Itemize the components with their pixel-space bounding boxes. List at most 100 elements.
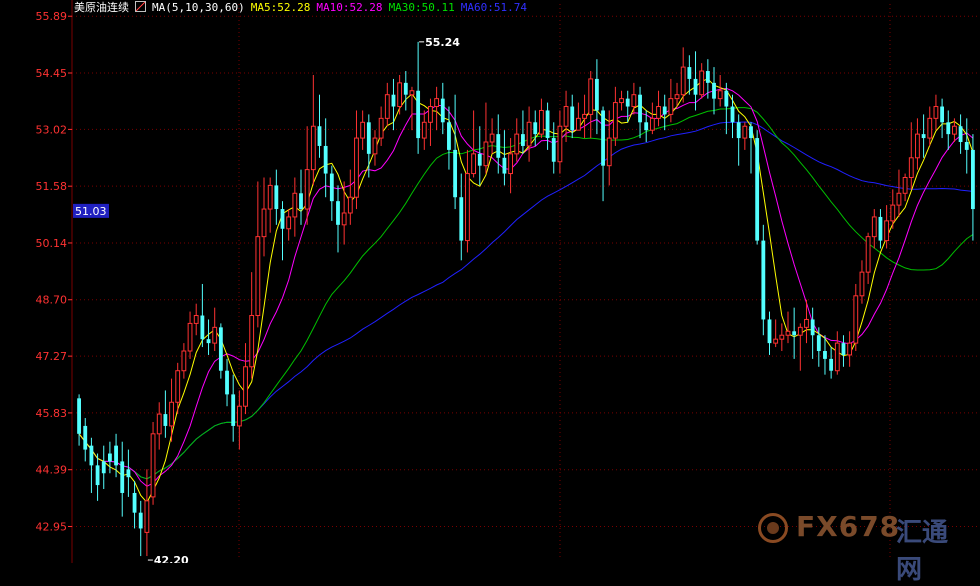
candle-body-up xyxy=(360,121,366,139)
candle-body-down xyxy=(114,445,118,466)
candle-body-up xyxy=(539,109,544,135)
candle-body-up xyxy=(674,94,680,100)
candle-body-down xyxy=(736,122,741,139)
candle-body-down xyxy=(336,201,340,225)
candle-body-up xyxy=(310,125,316,171)
candle-body-down xyxy=(545,110,550,139)
candle-body-up xyxy=(292,192,298,218)
candle-body-up xyxy=(884,220,890,242)
candle-body-down xyxy=(101,461,106,474)
candle-body-up xyxy=(804,318,809,328)
candle-body-up xyxy=(785,330,791,336)
candle-body-up xyxy=(397,82,403,108)
legend-title: 美原油连续 xyxy=(74,1,129,14)
candle-body-down xyxy=(218,327,223,371)
candle-body-up xyxy=(834,342,840,372)
candle-body-up xyxy=(384,94,390,119)
candle-body-down xyxy=(693,78,698,95)
candle-body-up xyxy=(952,125,957,135)
candle-body-up xyxy=(249,315,255,368)
candle-body-down xyxy=(761,240,766,320)
candle-body-down xyxy=(496,134,501,158)
candle-body-up xyxy=(144,500,150,533)
candle-body-up xyxy=(286,216,292,230)
legend-ma10: MA10:52.28 xyxy=(316,1,383,14)
candle-body-up xyxy=(526,121,532,147)
candle-body-up xyxy=(896,192,902,206)
legend-ma30: MA30:50.11 xyxy=(388,1,455,14)
candle-body-down xyxy=(958,126,963,143)
candle-body-down xyxy=(231,394,236,426)
candle-body-up xyxy=(341,212,347,226)
candle-body-down xyxy=(644,122,649,131)
y-tick-label: 45.83 xyxy=(36,407,68,420)
candle-body-down xyxy=(594,78,599,111)
candle-body-up xyxy=(236,405,242,427)
candle-body-down xyxy=(459,197,464,241)
candle-body-up xyxy=(187,322,193,352)
candle-body-down xyxy=(792,331,797,336)
candle-body-up xyxy=(717,90,723,100)
candle-body-up xyxy=(859,271,865,297)
candlestick-chart: 55.89 54.45 53.02 51.58 50.14 48.70 47.27 45.83… xyxy=(0,0,980,563)
candle-body-down xyxy=(662,106,667,115)
chart-type-icon[interactable] xyxy=(135,1,146,12)
candle-body-up xyxy=(169,401,174,427)
candle-body-up xyxy=(908,157,914,179)
candle-body-down xyxy=(416,90,421,139)
candle-body-down xyxy=(83,425,88,450)
candle-body-up xyxy=(742,125,748,139)
candle-body-down xyxy=(225,370,229,395)
candle-body-down xyxy=(971,149,975,210)
candle-body-down xyxy=(705,71,710,83)
candle-body-down xyxy=(280,209,285,229)
candle-body-up xyxy=(933,106,939,119)
y-tick-label: 42.95 xyxy=(36,520,68,533)
candle-body-up xyxy=(304,169,310,210)
candle-body-up xyxy=(465,173,470,242)
candle-body-down xyxy=(453,149,458,198)
candle-body-down xyxy=(95,465,100,486)
candle-body-up xyxy=(243,366,248,407)
candle-body-up xyxy=(428,106,433,123)
candle-body-down xyxy=(816,335,821,352)
candle-body-down xyxy=(120,461,125,493)
candle-body-down xyxy=(403,82,408,95)
candle-body-down xyxy=(601,110,605,166)
candle-body-down xyxy=(625,98,630,107)
candle-body-up xyxy=(927,117,933,139)
candle-body-down xyxy=(200,315,205,340)
candle-body-down xyxy=(841,343,846,355)
candle-body-down xyxy=(638,94,642,123)
candle-body-down xyxy=(767,319,772,344)
candle-body-up xyxy=(508,153,513,175)
candle-body-down xyxy=(477,153,482,166)
candle-body-down xyxy=(724,90,729,107)
candle-body-up xyxy=(261,208,267,238)
candle-body-down xyxy=(755,138,760,241)
candle-body-up xyxy=(434,98,440,108)
candle-body-up xyxy=(853,295,859,344)
candle-body-up xyxy=(699,70,705,96)
candle-body-up xyxy=(631,94,637,108)
candle-body-down xyxy=(206,339,211,344)
candle-body-up xyxy=(915,133,920,159)
candle-body-down xyxy=(823,351,827,359)
candle-body-up xyxy=(175,370,181,403)
candle-body-up xyxy=(612,102,618,139)
candle-body-down xyxy=(299,193,303,210)
candle-body-up xyxy=(773,338,779,344)
candle-body-down xyxy=(274,185,279,210)
candle-body-down xyxy=(502,157,507,174)
candle-body-up xyxy=(557,125,563,163)
candle-body-down xyxy=(447,122,451,150)
candle-body-up xyxy=(156,413,162,435)
y-tick-label: 44.39 xyxy=(36,464,68,477)
y-tick-label: 53.02 xyxy=(36,123,68,136)
candle-body-up xyxy=(421,121,427,139)
candle-body-down xyxy=(810,319,815,336)
candle-body-up xyxy=(181,350,187,372)
current-price-label: 51.03 xyxy=(75,205,107,218)
candle-body-down xyxy=(940,106,945,123)
candle-body-down xyxy=(132,492,137,513)
